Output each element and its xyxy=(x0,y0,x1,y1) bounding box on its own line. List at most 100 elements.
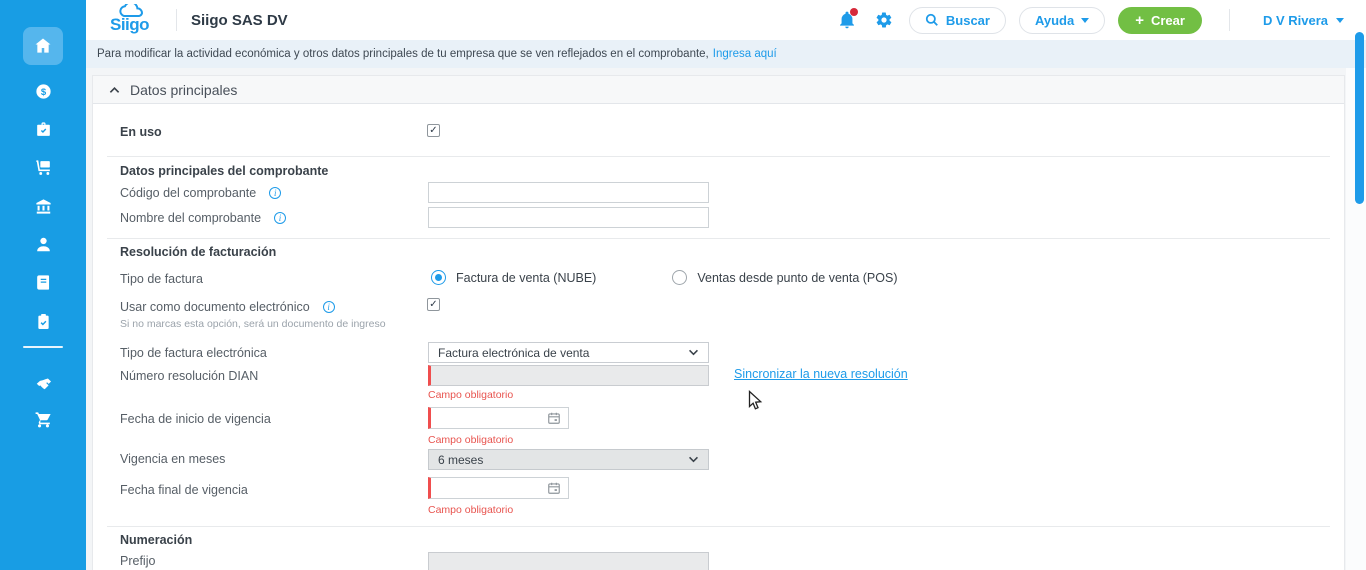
comprobante-group-title: Datos principales del comprobante xyxy=(120,164,329,178)
sidebar-item-inventory[interactable] xyxy=(0,148,86,186)
settings-button[interactable] xyxy=(872,8,896,32)
page-background: Datos principales En uso ✓ Datos princip… xyxy=(86,68,1366,570)
vigencia-select[interactable]: 6 meses xyxy=(428,449,709,470)
create-button[interactable]: + Crear xyxy=(1118,6,1202,34)
person-icon xyxy=(36,237,50,251)
nombre-label-row: Nombre del comprobante i xyxy=(120,211,287,225)
notice-bar: Para modificar la actividad económica y … xyxy=(86,40,1366,68)
sidebar-item-marketplace[interactable] xyxy=(0,400,86,438)
sidebar-item-contacts[interactable] xyxy=(0,225,86,263)
chevron-down-icon xyxy=(689,456,698,463)
info-icon[interactable]: i xyxy=(274,212,287,224)
notice-text: Para modificar la actividad económica y … xyxy=(97,48,709,60)
header-divider-2 xyxy=(1228,9,1230,31)
check-icon: ✓ xyxy=(429,299,438,310)
svg-text:$: $ xyxy=(40,87,46,98)
user-label: D V Rivera xyxy=(1262,12,1328,28)
tipo-factura-label: Tipo de factura xyxy=(120,272,203,286)
section-title: Datos principales xyxy=(130,81,238,98)
inventory-cart-icon xyxy=(35,159,50,175)
section-header-datos-principales[interactable]: Datos principales xyxy=(93,76,1344,104)
gear-icon xyxy=(876,12,892,28)
nombre-label: Nombre del comprobante xyxy=(120,211,262,225)
sidebar-item-tasks[interactable] xyxy=(0,302,86,340)
siigo-logo[interactable]: Siigo xyxy=(110,4,162,35)
codigo-label: Código del comprobante xyxy=(120,186,257,200)
company-title: Siigo SAS DV xyxy=(191,11,288,29)
divider xyxy=(107,526,1330,527)
sidebar-item-purchases[interactable] xyxy=(0,110,86,148)
sidebar-item-bank[interactable] xyxy=(0,187,86,225)
en-uso-label: En uso xyxy=(120,125,162,139)
help-label: Ayuda xyxy=(1034,12,1075,28)
calendar-icon xyxy=(548,412,560,424)
tipo-fe-label: Tipo de factura electrónica xyxy=(120,346,267,360)
codigo-input[interactable] xyxy=(428,182,709,203)
sidebar-item-home[interactable] xyxy=(23,27,63,65)
info-icon[interactable]: i xyxy=(269,187,282,199)
radio-nube-label: Factura de venta (NUBE) xyxy=(456,270,597,285)
fecha-inicio-error: Campo obligatorio xyxy=(428,434,514,446)
scrollbar-thumb[interactable] xyxy=(1355,32,1364,204)
chevron-up-icon xyxy=(109,86,120,93)
info-icon[interactable]: i xyxy=(322,301,335,313)
sidebar-item-ledger[interactable] xyxy=(0,263,86,301)
prefijo-input[interactable] xyxy=(428,552,709,570)
money-icon: $ xyxy=(35,83,51,99)
search-icon xyxy=(925,13,938,26)
doc-electronico-hint: Si no marcas esta opción, será un docume… xyxy=(120,318,386,330)
numeracion-group-title: Numeración xyxy=(120,533,193,547)
bank-icon xyxy=(35,198,51,214)
vigencia-label: Vigencia en meses xyxy=(120,452,226,466)
notifications-button[interactable] xyxy=(835,8,859,32)
briefcase-check-icon xyxy=(36,121,50,136)
dian-error: Campo obligatorio xyxy=(428,389,514,401)
plus-icon: + xyxy=(1135,11,1144,29)
sidebar-item-alliances[interactable] xyxy=(0,365,86,403)
tipo-factura-radio-group: Factura de venta (NUBE) Ventas desde pun… xyxy=(431,270,897,285)
dian-label: Número resolución DIAN xyxy=(120,369,259,383)
check-icon: ✓ xyxy=(429,125,438,136)
doc-electronico-checkbox[interactable]: ✓ xyxy=(427,298,440,311)
tipo-fe-value: Factura electrónica de venta xyxy=(438,345,590,360)
chevron-down-icon xyxy=(689,349,698,356)
sidebar-item-sales[interactable]: $ xyxy=(0,72,86,110)
doc-electronico-label-row: Usar como documento electrónico i xyxy=(120,300,335,314)
radio-factura-nube[interactable] xyxy=(431,270,446,285)
logo-text: Siigo xyxy=(110,15,150,34)
user-menu[interactable]: D V Rivera xyxy=(1257,13,1350,28)
fecha-final-label: Fecha final de vigencia xyxy=(120,483,248,497)
fecha-final-input[interactable] xyxy=(428,477,569,499)
doc-electronico-label: Usar como documento electrónico xyxy=(120,300,310,314)
header-actions: Buscar Ayuda + Crear D V Rivera xyxy=(835,6,1366,34)
search-button[interactable]: Buscar xyxy=(908,6,1006,34)
codigo-label-row: Código del comprobante i xyxy=(120,186,282,200)
vigencia-value: 6 meses xyxy=(438,452,484,467)
notice-link[interactable]: Ingresa aquí xyxy=(713,48,777,60)
shopping-cart-icon xyxy=(35,411,51,427)
sync-resolution-link[interactable]: Sincronizar la nueva resolución xyxy=(734,367,908,381)
tipo-fe-select[interactable]: Factura electrónica de venta xyxy=(428,342,709,363)
fecha-inicio-input[interactable] xyxy=(428,407,569,429)
en-uso-checkbox[interactable]: ✓ xyxy=(427,124,440,137)
fecha-inicio-label: Fecha de inicio de vigencia xyxy=(120,412,271,426)
ledger-icon xyxy=(36,274,49,290)
siigo-app: $ Siigo Siigo SAS DV Buscar Ayuda + Crea… xyxy=(0,0,1366,570)
nombre-input[interactable] xyxy=(428,207,709,228)
divider xyxy=(107,238,1330,239)
sidebar-divider xyxy=(23,346,63,348)
radio-ventas-pos[interactable] xyxy=(672,270,688,285)
help-button[interactable]: Ayuda xyxy=(1018,6,1106,34)
datos-principales-panel: Datos principales En uso ✓ Datos princip… xyxy=(92,75,1345,570)
resolucion-group-title: Resolución de facturación xyxy=(120,245,277,259)
chevron-down-icon xyxy=(1336,17,1344,23)
notification-dot xyxy=(849,8,858,16)
create-label: Crear xyxy=(1150,12,1185,28)
header-divider xyxy=(176,9,177,31)
home-icon xyxy=(35,38,51,53)
sidebar: $ xyxy=(0,0,86,570)
calendar-icon xyxy=(548,482,560,494)
top-header: Siigo Siigo SAS DV Buscar Ayuda + Crear xyxy=(86,0,1366,40)
divider xyxy=(107,156,1330,157)
dian-input[interactable] xyxy=(428,365,709,386)
